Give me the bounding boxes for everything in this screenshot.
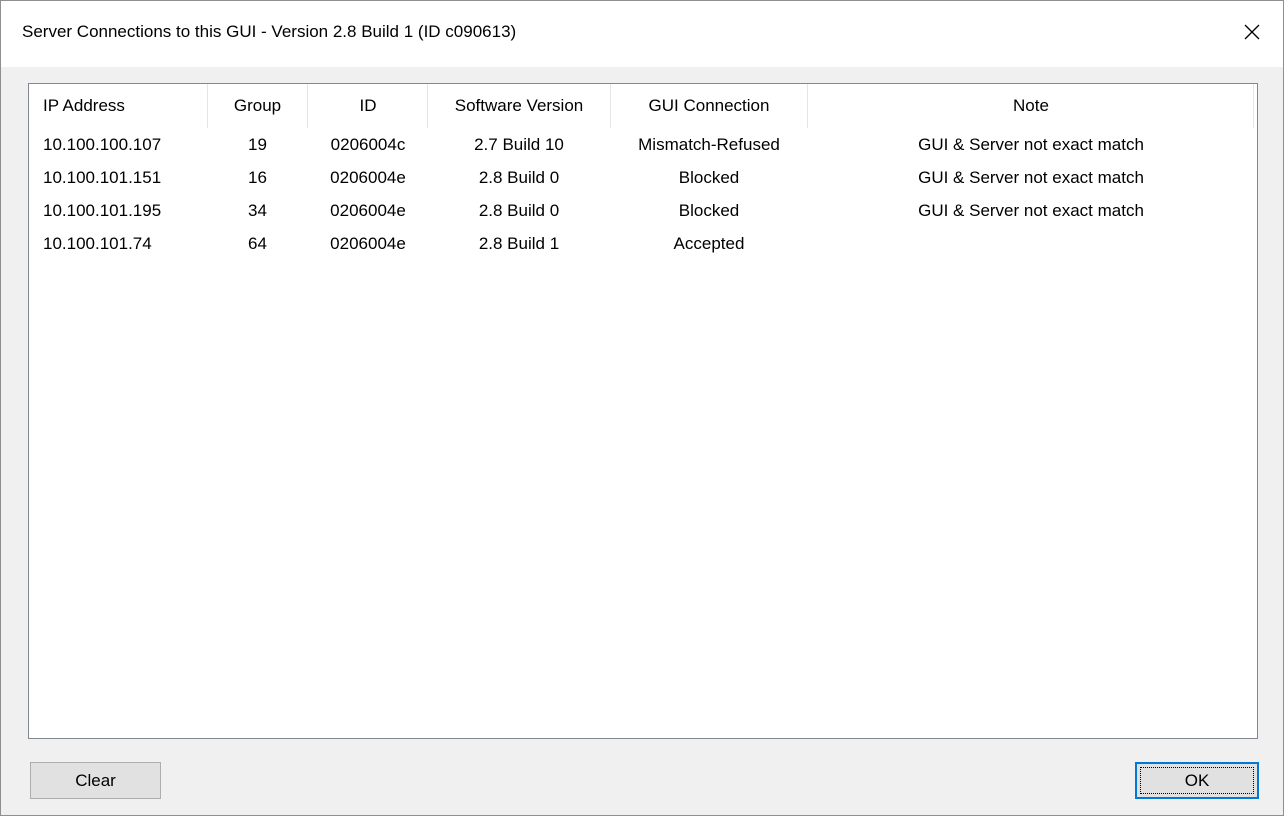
group-cell: 16 [248,168,267,187]
table-row[interactable]: 10.100.101.195 34 0206004e 2.8 Build 0 B… [29,194,1257,227]
note-cell: GUI & Server not exact match [918,201,1144,220]
ip-address-cell: 10.100.101.195 [43,201,162,220]
column-header-ip-address[interactable]: IP Address [43,84,125,128]
close-button[interactable] [1221,1,1283,67]
gui-connection-cell: Blocked [678,168,740,187]
title-bar[interactable]: Server Connections to this GUI - Version… [1,1,1283,67]
dialog-window: Server Connections to this GUI - Version… [0,0,1284,816]
group-cell: 19 [248,135,267,154]
group-cell: 34 [248,201,267,220]
ip-address-cell: 10.100.101.74 [43,234,152,253]
column-header-group[interactable]: Group [208,84,307,128]
table-row[interactable]: 10.100.101.74 64 0206004e 2.8 Build 1 Ac… [29,227,1257,260]
id-cell: 0206004e [330,168,406,187]
gui-connection-cell: Mismatch-Refused [638,135,780,154]
clear-button[interactable]: Clear [30,762,161,799]
clear-button-label: Clear [75,770,116,790]
gui-connection-cell: Blocked [678,201,740,220]
group-cell: 64 [248,234,267,253]
software-version-cell: 2.8 Build 1 [478,234,560,253]
column-header-gui-connection[interactable]: GUI Connection [611,84,807,128]
id-cell: 0206004c [330,135,406,154]
window-title: Server Connections to this GUI - Version… [22,22,517,41]
ok-button-label: OK [1184,770,1210,790]
id-cell: 0206004e [330,201,406,220]
note-cell: GUI & Server not exact match [918,168,1144,187]
table-row[interactable]: 10.100.101.151 16 0206004e 2.8 Build 0 B… [29,161,1257,194]
software-version-cell: 2.7 Build 10 [474,135,564,154]
table-row[interactable]: 10.100.100.107 19 0206004c 2.7 Build 10 … [29,128,1257,161]
ip-address-cell: 10.100.101.151 [43,168,162,187]
software-version-cell: 2.8 Build 0 [478,201,560,220]
column-header-id[interactable]: ID [308,84,428,128]
column-header-note[interactable]: Note [808,84,1254,128]
column-header-software-version[interactable]: Software Version [428,84,610,128]
id-cell: 0206004e [330,234,406,253]
note-cell: GUI & Server not exact match [918,135,1144,154]
gui-connection-cell: Accepted [673,234,745,253]
close-icon [1244,24,1260,45]
ok-button[interactable]: OK [1135,762,1259,799]
software-version-cell: 2.8 Build 0 [478,168,560,187]
note-cell [808,227,1254,260]
list-header: IP Address Group ID Software Version GUI… [29,84,1257,128]
column-divider[interactable] [1253,84,1254,128]
ip-address-cell: 10.100.100.107 [43,135,162,154]
connections-list[interactable]: IP Address Group ID Software Version GUI… [28,83,1258,739]
